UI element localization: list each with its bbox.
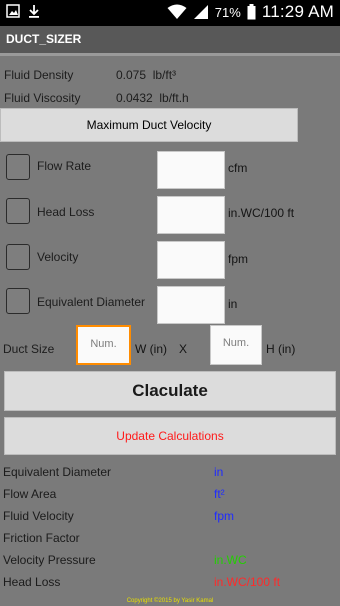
result-velocity-pressure-unit: in.WC	[214, 553, 247, 567]
duct-width-unit: W (in)	[135, 342, 167, 356]
head-loss-label: Head Loss	[37, 205, 95, 219]
signal-icon	[193, 5, 208, 19]
result-equivalent-diameter-label: Equivalent Diameter	[3, 465, 112, 479]
gallery-notification-icon	[6, 4, 20, 18]
duct-height-unit: H (in)	[266, 342, 296, 356]
battery-icon	[247, 4, 256, 20]
app-title: DUCT_SIZER	[6, 32, 82, 46]
wifi-icon	[167, 4, 187, 19]
flow-rate-unit: cfm	[228, 161, 248, 175]
duct-x-label: X	[179, 342, 188, 356]
velocity-checkbox[interactable]	[6, 244, 30, 270]
velocity-unit: fpm	[228, 252, 249, 266]
clock: 11:29 AM	[261, 2, 334, 21]
calculate-button[interactable]: Claculate	[4, 371, 336, 411]
app-title-bar: DUCT_SIZER	[0, 26, 340, 56]
result-flow-area-label: Flow Area	[3, 487, 57, 501]
head-loss-input[interactable]	[157, 196, 225, 234]
duct-size-label: Duct Size	[3, 342, 55, 356]
equivalent-diameter-input[interactable]	[157, 286, 225, 324]
copyright-footer: Copyright ©2015 by Yasir Kamal	[126, 598, 214, 604]
fluid-density-label: Fluid Density	[4, 68, 74, 82]
fluid-density-value: 0.075 lb/ft³	[116, 68, 177, 82]
equivalent-diameter-checkbox[interactable]	[6, 288, 30, 314]
result-equivalent-diameter-unit: in	[214, 465, 224, 479]
equivalent-diameter-unit: in	[228, 297, 238, 311]
result-fluid-velocity-unit: fpm	[214, 509, 235, 523]
duct-height-input[interactable]: Num.	[210, 325, 262, 365]
velocity-input[interactable]	[157, 241, 225, 279]
result-velocity-pressure-label: Velocity Pressure	[3, 553, 96, 567]
result-flow-area-unit: ft²	[214, 487, 225, 501]
result-head-loss-label: Head Loss	[3, 575, 61, 589]
maximum-duct-velocity-button[interactable]: Maximum Duct Velocity	[0, 108, 298, 142]
title-divider	[0, 53, 340, 56]
flow-rate-input[interactable]	[157, 151, 225, 189]
duct-width-input[interactable]: Num.	[76, 325, 131, 365]
result-fluid-velocity-label: Fluid Velocity	[3, 509, 74, 523]
fluid-viscosity-label: Fluid Viscosity	[4, 91, 81, 105]
head-loss-checkbox[interactable]	[6, 198, 30, 224]
velocity-label: Velocity	[37, 250, 79, 264]
result-friction-factor-label: Friction Factor	[3, 531, 80, 545]
flow-rate-label: Flow Rate	[37, 159, 92, 173]
update-calculations-button[interactable]: Update Calculations	[4, 417, 336, 455]
download-notification-icon	[29, 5, 39, 18]
battery-percent: 71%	[214, 4, 241, 20]
flow-rate-checkbox[interactable]	[6, 154, 30, 180]
status-bar: 71% 11:29 AM	[0, 0, 340, 26]
fluid-viscosity-value: 0.0432 lb/ft.h	[116, 91, 189, 105]
equivalent-diameter-label: Equivalent Diameter	[37, 295, 146, 309]
result-head-loss-unit: in.WC/100 ft	[214, 575, 281, 589]
head-loss-unit: in.WC/100 ft	[228, 206, 295, 220]
